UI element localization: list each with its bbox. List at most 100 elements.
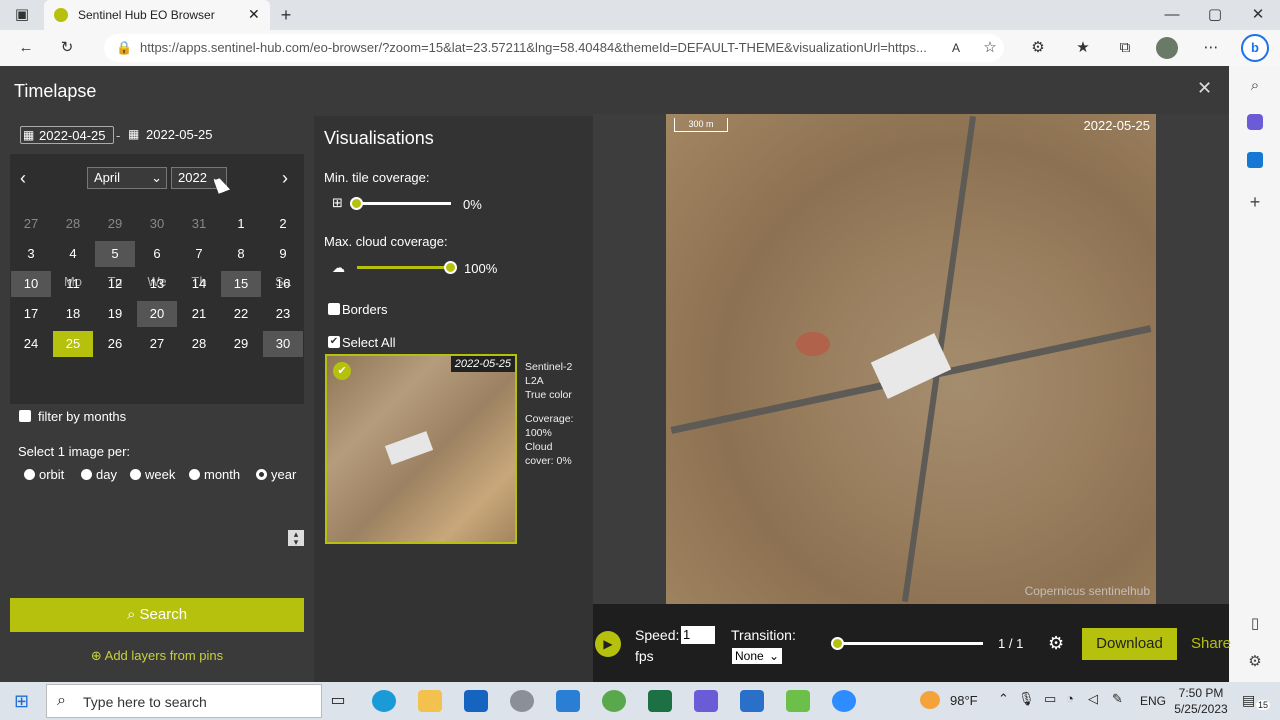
calendar-day[interactable]: 13 [137,271,177,297]
maximize-icon[interactable]: ▢ [1203,3,1227,27]
app-icon[interactable] [510,690,534,712]
calendar-day[interactable]: 2 [263,211,303,237]
calendar-day[interactable]: 11 [53,271,93,297]
calendar-day[interactable]: 28 [179,331,219,357]
outlook-app-icon[interactable] [464,690,488,712]
timeline-thumb[interactable] [831,637,844,650]
radio-orbit[interactable]: orbit [24,467,64,482]
prev-month-icon[interactable]: ‹ [20,168,26,189]
favorite-add-icon[interactable]: ☆ [978,36,1002,60]
add-layers-link[interactable]: ⊕ Add layers from pins [10,648,304,664]
calendar-day[interactable]: 30 [137,211,177,237]
browser-tab[interactable]: Sentinel Hub EO Browser ✕ [44,0,270,30]
max-cloud-slider[interactable] [357,266,451,269]
minimize-icon[interactable]: — [1160,3,1184,27]
share-button[interactable]: Share [1191,635,1231,652]
refresh-icon[interactable]: ↻ [55,36,79,60]
calendar-day[interactable]: 29 [221,331,261,357]
calendar-day[interactable]: 5 [95,241,135,267]
play-button[interactable]: ▶ [595,631,621,657]
bing-icon[interactable]: b [1241,34,1269,62]
transition-select[interactable]: None ⌄ [732,648,782,664]
taskbar-search-box[interactable]: ⌕ Type here to search [46,684,322,718]
timeline-slider[interactable] [837,642,983,645]
search-sidebar-icon[interactable]: ⌕ [1243,74,1267,98]
calendar-day[interactable]: 31 [179,211,219,237]
timelapse-thumbnail[interactable]: ✔ 2022-05-25 [325,354,517,544]
copilot-icon[interactable] [1247,114,1263,130]
calendar-day[interactable]: 25 [53,331,93,357]
todo-icon[interactable] [740,690,764,712]
file-explorer-icon[interactable] [418,690,442,712]
windows-start-icon[interactable]: ⊞ [14,692,32,710]
month-select[interactable]: April ⌄ [87,167,167,189]
calendar-day[interactable]: 3 [11,241,51,267]
borders-checkbox[interactable] [328,303,340,315]
back-icon[interactable]: ← [14,36,38,60]
tab-actions-icon[interactable]: ▣ [10,3,34,27]
search-button[interactable]: ⌕ Search [10,598,304,632]
calendar-day[interactable]: 23 [263,301,303,327]
new-tab-icon[interactable]: + [274,3,298,27]
profile-avatar[interactable] [1156,37,1178,59]
app-icon[interactable] [786,690,810,712]
calendar-day[interactable]: 28 [53,211,93,237]
calendar-day[interactable]: 19 [95,301,135,327]
calendar-day[interactable]: 17 [11,301,51,327]
sidebar-toggle-icon[interactable]: ▯ [1243,612,1267,636]
calendar-day[interactable]: 10 [11,271,51,297]
weather-temp[interactable]: 98°F [950,693,978,708]
calendar-day[interactable]: 8 [221,241,261,267]
download-button[interactable]: Download [1082,628,1177,660]
tray-arrow-icon[interactable]: ⌃ [998,691,1009,707]
calendar-day[interactable]: 16 [263,271,303,297]
calendar-day[interactable]: 27 [11,211,51,237]
close-tab-icon[interactable]: ✕ [248,6,260,23]
calendar-day[interactable]: 22 [221,301,261,327]
calendar-day[interactable]: 15 [221,271,261,297]
calendar-day[interactable]: 9 [263,241,303,267]
task-view-icon[interactable]: ▭ [326,690,350,712]
radio-week[interactable]: week [130,467,175,482]
min-tile-slider[interactable] [357,202,451,205]
add-sidebar-icon[interactable]: + [1243,190,1267,214]
favorites-icon[interactable]: ★ [1071,36,1095,60]
calendar-day[interactable]: 18 [53,301,93,327]
notifications-icon[interactable]: ▤ [1242,692,1255,709]
min-tile-slider-thumb[interactable] [350,197,363,210]
more-menu-icon[interactable]: ⋯ [1199,36,1223,60]
select-all-checkbox[interactable]: ✔ [328,336,340,348]
close-panel-icon[interactable]: ✕ [1197,78,1212,99]
calendar-day[interactable]: 20 [137,301,177,327]
calendar-day[interactable]: 29 [95,211,135,237]
close-window-icon[interactable]: ✕ [1246,3,1270,27]
url-field[interactable]: 🔒 https://apps.sentinel-hub.com/eo-brows… [104,34,1004,62]
calendar-day[interactable]: 24 [11,331,51,357]
radio-year[interactable]: year [256,467,296,482]
excel-icon[interactable] [648,690,672,712]
next-month-icon[interactable]: › [282,168,288,189]
date-from-field[interactable]: ▦ 2022-04-25 [20,126,114,144]
read-aloud-icon[interactable]: A [944,36,968,60]
language-indicator[interactable]: ENG [1140,694,1166,708]
calendar-day[interactable]: 7 [179,241,219,267]
extensions-icon[interactable]: ⚙ [1026,36,1050,60]
resize-handle-icon[interactable]: ▴ ▾ [288,530,304,547]
edge-app-icon[interactable] [372,690,396,712]
max-cloud-slider-thumb[interactable] [444,261,457,274]
calendar-day[interactable]: 4 [53,241,93,267]
settings-icon[interactable]: ⚙ [1243,650,1267,674]
zoom-icon[interactable] [832,690,856,712]
calendar-day[interactable]: 1 [221,211,261,237]
calendar-day[interactable]: 30 [263,331,303,357]
outlook-icon[interactable] [1247,152,1263,168]
calendar-day[interactable]: 14 [179,271,219,297]
settings-gear-icon[interactable]: ⚙ [1048,633,1064,654]
calendar-day[interactable]: 21 [179,301,219,327]
radio-day[interactable]: day [81,467,117,482]
calendar-day[interactable]: 6 [137,241,177,267]
collections-icon[interactable]: ⧉ [1113,36,1137,60]
calendar-day[interactable]: 26 [95,331,135,357]
vscode-icon[interactable] [556,690,580,712]
clock[interactable]: 7:50 PM 5/25/2023 [1172,685,1230,717]
